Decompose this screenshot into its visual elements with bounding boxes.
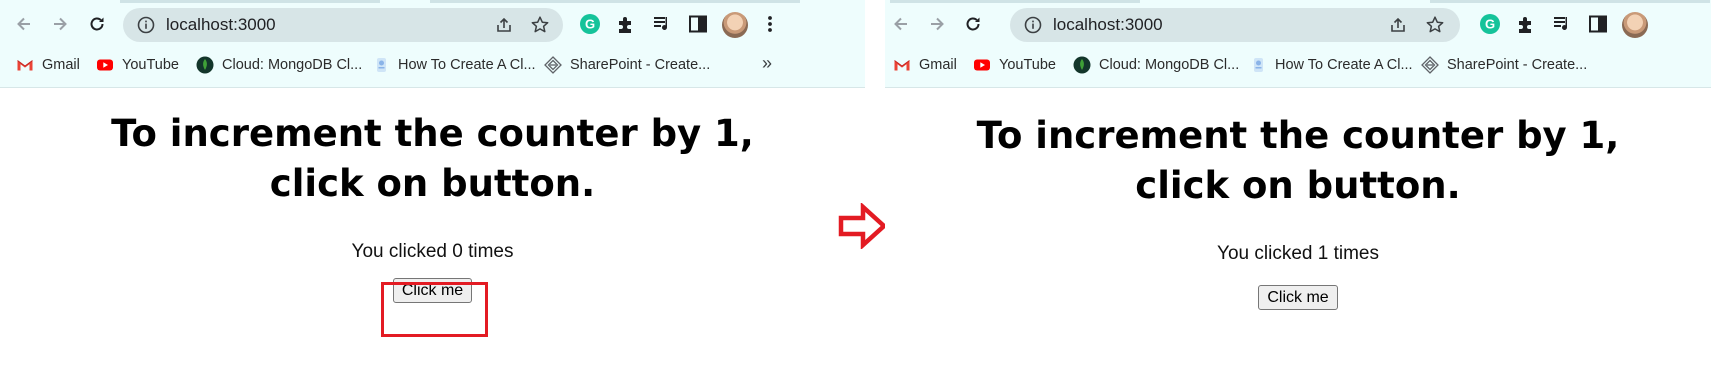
profile-avatar[interactable] — [1622, 12, 1648, 38]
browser-window-before: localhost:3000 G Gmail YouTube Cloud: Mo… — [0, 0, 865, 369]
forward-arrow-icon[interactable] — [925, 12, 949, 36]
browser-chrome: localhost:3000 G Gmail YouTube Cloud: Mo… — [0, 0, 865, 88]
side-panel-icon[interactable] — [686, 12, 710, 36]
bookmark-label: Cloud: MongoDB Cl... — [1099, 57, 1240, 73]
mongodb-icon — [196, 56, 214, 74]
bookmark-sharepoint[interactable]: SharePoint - Create... — [544, 54, 710, 76]
bookmark-label: Gmail — [919, 57, 957, 73]
svg-text:G: G — [1485, 17, 1495, 32]
click-highlight-box — [381, 282, 488, 337]
grammarly-icon[interactable]: G — [1478, 12, 1502, 36]
gmail-icon — [17, 60, 33, 71]
gmail-icon — [894, 60, 910, 71]
mongodb-icon — [1073, 56, 1091, 74]
bookmark-label: SharePoint - Create... — [1447, 57, 1588, 73]
bookmarks-overflow-button[interactable]: » — [762, 53, 772, 74]
bookmark-label: How To Create A Cl... — [398, 57, 536, 73]
reload-icon[interactable] — [961, 12, 985, 36]
bookmark-mongodb[interactable]: Cloud: MongoDB Cl... — [196, 54, 362, 76]
back-arrow-icon[interactable] — [12, 12, 36, 36]
bookmarks-bar: Gmail YouTube Cloud: MongoDB Cl... How T… — [0, 50, 865, 80]
media-playlist-icon[interactable] — [1550, 12, 1574, 36]
forward-arrow-icon[interactable] — [48, 12, 72, 36]
page-content: To increment the counter by 1, click on … — [885, 88, 1711, 369]
toolbar: localhost:3000 G — [885, 4, 1711, 44]
info-icon[interactable] — [1024, 16, 1042, 34]
url-text[interactable]: localhost:3000 — [1053, 15, 1163, 35]
tab-strip-edge — [890, 0, 1140, 3]
bookmark-label: YouTube — [122, 57, 179, 73]
bookmark-label: How To Create A Cl... — [1275, 57, 1413, 73]
page-heading: To increment the counter by 1, click on … — [976, 114, 1620, 207]
bookmark-label: YouTube — [999, 57, 1056, 73]
click-count-text: You clicked 0 times — [351, 241, 514, 262]
share-icon[interactable] — [495, 16, 513, 34]
bookmark-article[interactable]: How To Create A Cl... — [1249, 54, 1413, 76]
url-text[interactable]: localhost:3000 — [166, 15, 276, 35]
side-panel-icon[interactable] — [1586, 12, 1610, 36]
toolbar: localhost:3000 G — [0, 4, 865, 44]
bookmark-label: SharePoint - Create... — [570, 57, 711, 73]
reload-icon[interactable] — [85, 12, 109, 36]
bookmark-label: Gmail — [42, 57, 80, 73]
browser-chrome: localhost:3000 G Gmail YouTube Cloud: Mo… — [885, 0, 1711, 88]
click-me-button[interactable]: Click me — [1258, 285, 1338, 310]
tab-strip-edge — [430, 0, 800, 3]
article-icon — [1254, 58, 1263, 72]
browser-window-after: localhost:3000 G Gmail YouTube Cloud: Mo… — [885, 0, 1711, 369]
bookmark-article[interactable]: How To Create A Cl... — [372, 54, 536, 76]
tab-strip-edge — [1430, 0, 1710, 3]
click-count-text: You clicked 1 times — [1217, 243, 1379, 264]
grammarly-icon[interactable]: G — [578, 12, 602, 36]
star-icon[interactable] — [1425, 15, 1445, 35]
bookmark-youtube[interactable]: YouTube — [973, 54, 1056, 76]
page-heading: To increment the counter by 1, click on … — [111, 112, 754, 205]
bookmark-gmail[interactable]: Gmail — [893, 54, 957, 76]
sharepoint-icon — [1421, 56, 1439, 74]
sharepoint-icon — [544, 56, 562, 74]
profile-avatar[interactable] — [722, 12, 748, 38]
info-icon[interactable] — [137, 16, 155, 34]
puzzle-icon[interactable] — [614, 12, 638, 36]
bookmark-mongodb[interactable]: Cloud: MongoDB Cl... — [1073, 54, 1239, 76]
star-icon[interactable] — [530, 15, 550, 35]
bookmarks-bar: Gmail YouTube Cloud: MongoDB Cl... How T… — [885, 50, 1711, 80]
back-arrow-icon[interactable] — [889, 12, 913, 36]
article-icon — [377, 58, 386, 72]
bookmark-sharepoint[interactable]: SharePoint - Create... — [1421, 54, 1587, 76]
bookmark-youtube[interactable]: YouTube — [96, 54, 179, 76]
share-icon[interactable] — [1389, 16, 1407, 34]
address-bar[interactable]: localhost:3000 — [1010, 8, 1460, 42]
address-bar[interactable]: localhost:3000 — [123, 8, 563, 42]
svg-text:G: G — [585, 17, 595, 32]
kebab-menu-icon[interactable] — [758, 12, 782, 36]
media-playlist-icon[interactable] — [650, 12, 674, 36]
bookmark-gmail[interactable]: Gmail — [16, 54, 80, 76]
youtube-icon — [97, 59, 113, 71]
youtube-icon — [974, 59, 990, 71]
bookmark-label: Cloud: MongoDB Cl... — [222, 57, 363, 73]
puzzle-icon[interactable] — [1514, 12, 1538, 36]
tab-strip-edge — [120, 0, 380, 3]
right-arrow-icon — [838, 203, 888, 249]
